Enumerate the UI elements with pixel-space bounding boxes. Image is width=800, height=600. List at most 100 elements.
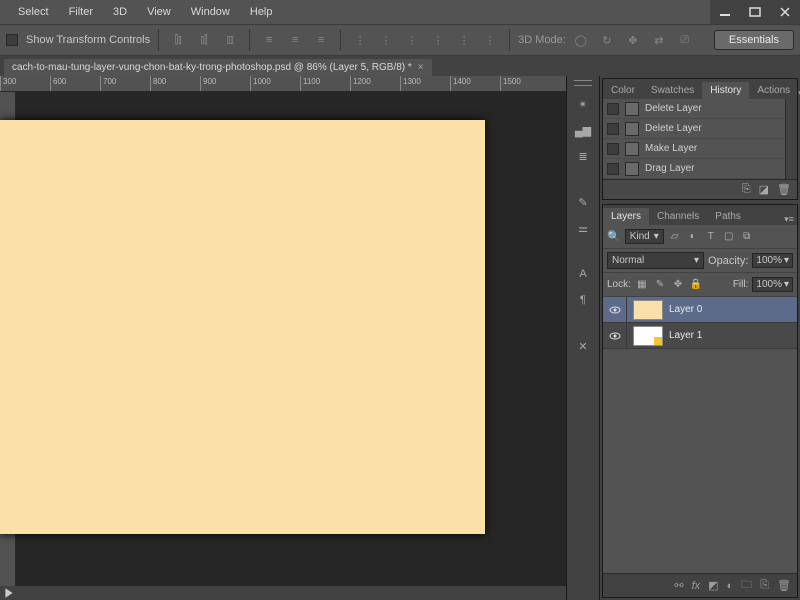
history-snapshot-checkbox[interactable] xyxy=(607,103,619,115)
menu-view[interactable]: View xyxy=(137,2,181,22)
adjustment-icon[interactable]: ◐ xyxy=(727,580,734,592)
layer-lock-row: Lock: ▦ ✎ ✥ 🔒 Fill: 100% ▾ xyxy=(603,273,797,297)
align-left-icon[interactable]: ⫿⫾ xyxy=(167,29,189,51)
history-item[interactable]: Make Layer xyxy=(603,139,785,159)
camera-icon[interactable]: ◪ xyxy=(759,183,769,196)
distribute-2-icon[interactable]: ⋮ xyxy=(375,29,397,51)
document-tab[interactable]: cach-to-mau-tung-layer-vung-chon-bat-ky-… xyxy=(4,59,432,76)
brush-icon[interactable]: ✎ xyxy=(571,190,595,214)
ruler-horizontal[interactable]: 300 600 700 800 900 1000 1100 1200 1300 … xyxy=(0,76,566,92)
3d-roll-icon[interactable]: ↻ xyxy=(596,29,618,51)
slider-icon[interactable]: ⚌ xyxy=(571,216,595,240)
panel-menu-icon[interactable]: ▾≡ xyxy=(781,214,797,225)
create-document-icon[interactable]: ⎘ xyxy=(742,183,751,196)
histogram-icon[interactable]: ▄▆ xyxy=(571,118,595,142)
tab-layers[interactable]: Layers xyxy=(603,208,649,225)
filter-shape-icon[interactable]: ▢ xyxy=(722,230,736,244)
fx-icon[interactable]: fx xyxy=(692,580,701,592)
chevron-down-icon: ▾ xyxy=(784,255,789,266)
align-top-icon[interactable]: ≡ xyxy=(258,29,280,51)
new-layer-icon[interactable]: ⎘ xyxy=(760,579,769,592)
history-item[interactable]: Delete Layer xyxy=(603,99,785,119)
3d-camera-icon[interactable]: ⎚ xyxy=(674,29,696,51)
filter-adjust-icon[interactable]: ◐ xyxy=(686,230,700,244)
align-vcenter-icon[interactable]: ≡ xyxy=(284,29,306,51)
lock-all-icon[interactable]: 🔒 xyxy=(689,278,703,292)
search-icon[interactable]: 🔍 xyxy=(607,230,621,243)
distribute-5-icon[interactable]: ⋮ xyxy=(453,29,475,51)
opacity-input[interactable]: 100% ▾ xyxy=(752,253,793,268)
blend-mode-select[interactable]: Normal ▾ xyxy=(607,252,704,269)
tab-actions[interactable]: Actions xyxy=(749,82,798,99)
align-hcenter-icon[interactable]: ⫾⫿ xyxy=(193,29,215,51)
layer-name[interactable]: Layer 1 xyxy=(669,330,702,341)
distribute-4-icon[interactable]: ⋮ xyxy=(427,29,449,51)
history-label: Delete Layer xyxy=(645,103,702,114)
3d-pan-icon[interactable]: ✥ xyxy=(622,29,644,51)
filter-type-icon[interactable]: T xyxy=(704,230,718,244)
link-layers-icon[interactable]: ⚯ xyxy=(674,579,683,592)
menu-filter[interactable]: Filter xyxy=(59,2,103,22)
minimize-button[interactable] xyxy=(711,1,739,23)
menu-3d[interactable]: 3D xyxy=(103,2,137,22)
separator xyxy=(158,29,159,51)
scrollbar[interactable] xyxy=(785,99,797,179)
dock-grip[interactable] xyxy=(574,80,592,86)
history-snapshot-checkbox[interactable] xyxy=(607,123,619,135)
tab-swatches[interactable]: Swatches xyxy=(643,82,702,99)
visibility-toggle[interactable] xyxy=(603,323,627,348)
group-icon[interactable]: 🗀 xyxy=(741,576,752,595)
layer-thumbnail[interactable] xyxy=(633,326,663,346)
workspace-switcher[interactable]: Essentials xyxy=(714,30,794,50)
trash-icon[interactable]: 🗑 xyxy=(777,579,791,592)
history-item[interactable]: Delete Layer xyxy=(603,119,785,139)
lock-pixels-icon[interactable]: ✎ xyxy=(653,278,667,292)
align-bottom-icon[interactable]: ≡ xyxy=(310,29,332,51)
layer-thumbnail[interactable] xyxy=(633,300,663,320)
tab-channels[interactable]: Channels xyxy=(649,208,707,225)
distribute-6-icon[interactable]: ⋮ xyxy=(479,29,501,51)
distribute-1-icon[interactable]: ⋮ xyxy=(349,29,371,51)
3d-slide-icon[interactable]: ⇄ xyxy=(648,29,670,51)
compass-icon[interactable]: ✴ xyxy=(571,92,595,116)
align-right-icon[interactable]: ⫾⫾ xyxy=(219,29,241,51)
layer-row[interactable]: Layer 0 xyxy=(603,297,797,323)
close-tab-icon[interactable]: × xyxy=(418,62,424,73)
3d-orbit-icon[interactable]: ◯ xyxy=(570,29,592,51)
tab-paths[interactable]: Paths xyxy=(707,208,749,225)
menu-window[interactable]: Window xyxy=(181,2,240,22)
history-snapshot-checkbox[interactable] xyxy=(607,163,619,175)
layer-name[interactable]: Layer 0 xyxy=(669,304,702,315)
timeline-play-icon[interactable] xyxy=(0,587,18,599)
show-transform-checkbox[interactable] xyxy=(6,34,18,46)
filter-smart-icon[interactable]: ⧉ xyxy=(740,230,754,244)
lock-position-icon[interactable]: ✥ xyxy=(671,278,685,292)
show-transform-label: Show Transform Controls xyxy=(26,34,150,46)
opacity-label: Opacity: xyxy=(708,255,748,267)
history-snapshot-checkbox[interactable] xyxy=(607,143,619,155)
menu-select[interactable]: Select xyxy=(8,2,59,22)
history-label: Drag Layer xyxy=(645,163,694,174)
close-button[interactable] xyxy=(771,1,799,23)
distribute-3-icon[interactable]: ⋮ xyxy=(401,29,423,51)
maximize-button[interactable] xyxy=(741,1,769,23)
canvas-area: 300 600 700 800 900 1000 1100 1200 1300 … xyxy=(0,76,566,600)
list-icon[interactable]: ≣ xyxy=(571,144,595,168)
lock-transparency-icon[interactable]: ▦ xyxy=(635,278,649,292)
blend-mode-label: Normal xyxy=(612,255,644,266)
ruler-cross-icon[interactable]: ✕ xyxy=(571,334,595,358)
paragraph-icon[interactable]: ¶ xyxy=(571,288,595,312)
history-item[interactable]: Drag Layer xyxy=(603,159,785,179)
menu-help[interactable]: Help xyxy=(240,2,283,22)
trash-icon[interactable]: 🗑 xyxy=(777,183,791,196)
visibility-toggle[interactable] xyxy=(603,297,627,322)
tab-history[interactable]: History xyxy=(702,82,749,99)
layer-row[interactable]: Layer 1 xyxy=(603,323,797,349)
canvas[interactable] xyxy=(0,120,485,534)
fill-input[interactable]: 100% ▾ xyxy=(752,277,793,292)
character-icon[interactable]: A xyxy=(571,262,595,286)
mask-icon[interactable]: ◩ xyxy=(708,579,718,592)
filter-pixel-icon[interactable]: ▱ xyxy=(668,230,682,244)
filter-kind-select[interactable]: Kind ▾ xyxy=(625,229,664,244)
tab-color[interactable]: Color xyxy=(603,82,643,99)
